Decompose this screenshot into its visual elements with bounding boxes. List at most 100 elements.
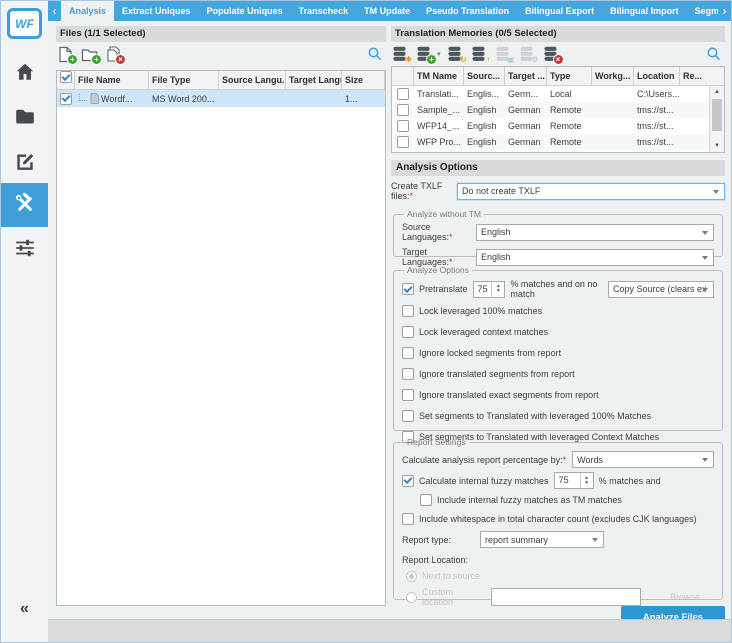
tm-scrollbar[interactable]: ▲ ▼ (709, 86, 724, 152)
tools-icon (14, 193, 36, 217)
report-location-label: Report Location: (402, 555, 468, 565)
file-size: 1... (342, 94, 385, 104)
add-badge-icon: + (427, 55, 436, 64)
tm-row-checkbox[interactable] (397, 136, 409, 148)
tm-settings-button: ⚙ (518, 45, 537, 63)
connect-tm-button[interactable]: ↻ (446, 45, 465, 63)
files-search-button[interactable] (365, 45, 384, 63)
custom-location-input[interactable] (491, 588, 641, 606)
pretranslate-threshold-spinner[interactable]: 75 ▲▼ (473, 281, 506, 298)
select-all-files-checkbox[interactable] (60, 71, 72, 83)
target-language-select[interactable]: English (476, 249, 714, 266)
fuzzy-suffix-label: % matches and (599, 476, 661, 486)
lock-100-matches-checkbox[interactable] (402, 305, 414, 317)
scroll-up-icon[interactable]: ▲ (710, 86, 724, 98)
col-size[interactable]: Size (342, 71, 385, 89)
tab-bilingual-import[interactable]: Bilingual Import (602, 1, 687, 21)
remove-file-button[interactable]: × (104, 45, 123, 63)
col-file-type[interactable]: File Type (149, 71, 219, 89)
file-row[interactable]: Wordf... MS Word 200... 1... (57, 90, 385, 107)
tm-row-checkbox[interactable] (397, 88, 409, 100)
source-languages-label: Source Languages:* (402, 222, 476, 242)
tab-pseudo-translation[interactable]: Pseudo Translation (418, 1, 517, 21)
source-language-value: English (481, 227, 511, 237)
tabs-scroll-left-icon[interactable]: ‹ (48, 1, 61, 21)
scroll-down-icon[interactable]: ▼ (710, 140, 724, 152)
tab-analysis[interactable]: Analysis (61, 1, 114, 21)
custom-location-radio (406, 592, 417, 603)
report-type-select[interactable]: report summary (480, 531, 604, 548)
create-txlf-select[interactable]: Do not create TXLF (457, 183, 725, 200)
col-tm-target[interactable]: Target ... (505, 67, 547, 85)
include-fuzzy-tm-checkbox[interactable] (420, 494, 432, 506)
tm-search-button[interactable] (704, 45, 723, 63)
remove-tm-button[interactable]: × (542, 45, 561, 63)
wordfast-logo[interactable]: WF (7, 8, 42, 39)
tab-transcheck[interactable]: Transcheck (291, 1, 357, 21)
next-to-source-label: Next to source (422, 571, 480, 581)
create-tm-button[interactable]: ✱ (391, 45, 410, 63)
col-file-name[interactable]: File Name (75, 71, 149, 89)
new-badge-icon: ✱ (405, 55, 412, 64)
tm-row-checkbox[interactable] (397, 120, 409, 132)
tm-row[interactable]: WFP Pro... English German Remote tms://s… (392, 134, 724, 150)
add-tm-dropdown-icon[interactable]: ▾ (437, 50, 441, 58)
tab-tm-update[interactable]: TM Update (356, 1, 418, 21)
status-bar (48, 619, 731, 642)
add-tm-button[interactable]: + (415, 45, 434, 63)
sidebar-item-home[interactable] (1, 51, 48, 95)
add-badge-icon: + (92, 55, 101, 64)
import-tm-button[interactable]: ↑ (470, 45, 489, 63)
tm-location: tms://st... (634, 105, 680, 115)
tab-extract-uniques[interactable]: Extract Uniques (114, 1, 199, 21)
fuzzy-threshold-spinner[interactable]: 75 ▲▼ (554, 472, 594, 489)
add-folder-button[interactable]: + (80, 45, 99, 63)
wordfast-pro-window: WF « ‹ Analysis Extract Uniques Populate… (0, 0, 732, 643)
tab-bar: ‹ Analysis Extract Uniques Populate Uniq… (48, 1, 731, 21)
percentage-by-label: Calculate analysis report percentage by:… (402, 455, 566, 465)
col-tm-source[interactable]: Sourc... (464, 67, 505, 85)
ignore-translated-segments-checkbox[interactable] (402, 368, 414, 380)
col-tm-re[interactable]: Re... (680, 67, 710, 85)
col-target-language[interactable]: Target Langua... (286, 71, 342, 89)
tabs-scroll-right-icon[interactable]: › (718, 1, 731, 21)
checkbox-label: Set segments to Translated with leverage… (419, 411, 651, 421)
spinner-arrows-icon[interactable]: ▲▼ (580, 473, 593, 488)
set-translated-100-checkbox[interactable] (402, 410, 414, 422)
source-language-select[interactable]: English (476, 224, 714, 241)
sidebar-item-editor[interactable] (1, 139, 48, 183)
ignore-locked-segments-checkbox[interactable] (402, 347, 414, 359)
col-tm-type[interactable]: Type (547, 67, 592, 85)
scrollbar-thumb[interactable] (712, 99, 722, 131)
col-tm-workgroup[interactable]: Workg... (592, 67, 634, 85)
spinner-arrows-icon[interactable]: ▲▼ (491, 282, 504, 297)
add-file-button[interactable]: + (56, 45, 75, 63)
sidebar-item-quick-tools[interactable] (1, 183, 48, 227)
lock-context-matches-checkbox[interactable] (402, 326, 414, 338)
file-row-checkbox[interactable] (60, 93, 72, 105)
report-settings-group: Report Settings Calculate analysis repor… (393, 437, 723, 600)
browse-button: Browse... (670, 592, 708, 602)
ignore-translated-exact-segments-checkbox[interactable] (402, 389, 414, 401)
analysis-options-title: Analysis Options (391, 160, 725, 176)
tm-row[interactable]: Sample_... English German Remote tms://s… (392, 102, 724, 118)
percentage-by-select[interactable]: Words (572, 451, 714, 468)
calculate-fuzzy-checkbox[interactable] (402, 475, 414, 487)
col-tm-name[interactable]: TM Name (414, 67, 464, 85)
tm-row[interactable]: Translati... Englis... Germ... Local C:\… (392, 86, 724, 102)
checkbox-label: Include whitespace in total character co… (419, 514, 697, 524)
tm-row[interactable]: WFP14_... English German Remote tms://st… (392, 118, 724, 134)
tab-bilingual-export[interactable]: Bilingual Export (517, 1, 602, 21)
pretranslate-checkbox[interactable] (402, 283, 414, 295)
tm-row-checkbox[interactable] (397, 104, 409, 116)
collapse-sidebar-button[interactable]: « (1, 600, 48, 618)
report-type-label: Report type: (402, 535, 474, 545)
col-tm-location[interactable]: Location (634, 67, 680, 85)
no-match-action-select[interactable]: Copy Source (clears ex (608, 281, 714, 298)
pretranslate-label: Pretranslate (419, 284, 468, 294)
include-whitespace-checkbox[interactable] (402, 513, 414, 525)
tab-populate-uniques[interactable]: Populate Uniques (199, 1, 291, 21)
sidebar-item-files[interactable] (1, 95, 48, 139)
sidebar-item-preferences[interactable] (1, 227, 48, 271)
col-source-language[interactable]: Source Langu... (219, 71, 286, 89)
